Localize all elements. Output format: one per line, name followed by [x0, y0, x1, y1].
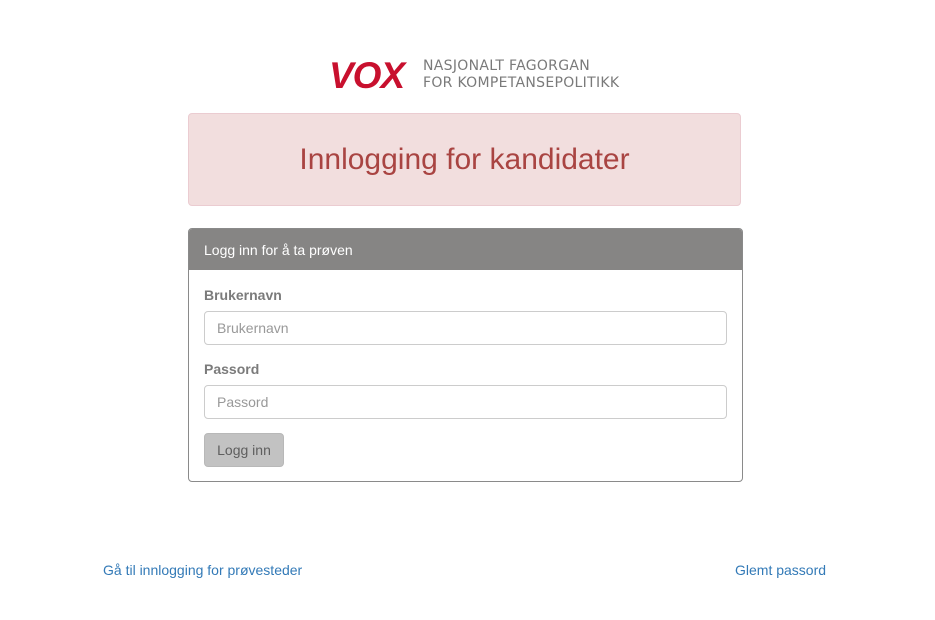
login-panel: Logg inn for å ta prøven Brukernavn Pass… [188, 228, 743, 482]
vox-logo-wordmark: VOX [329, 58, 407, 92]
username-label: Brukernavn [204, 287, 282, 303]
forgot-password-link[interactable]: Glemt passord [735, 562, 826, 578]
vox-logo: VOX NASJONALT FAGORGAN FOR KOMPETANSEPOL… [329, 58, 619, 92]
page-title-banner: Innlogging for kandidater [188, 113, 741, 206]
password-input[interactable] [204, 385, 727, 419]
page-title: Innlogging for kandidater [299, 142, 630, 176]
vox-logo-mark: VOX [329, 58, 408, 92]
login-panel-heading: Logg inn for å ta prøven [189, 229, 742, 270]
logo-tagline-line2: FOR KOMPETANSEPOLITIKK [423, 75, 620, 91]
logo-tagline: NASJONALT FAGORGAN FOR KOMPETANSEPOLITIK… [423, 58, 619, 92]
login-button[interactable]: Logg inn [204, 433, 284, 467]
login-page: VOX NASJONALT FAGORGAN FOR KOMPETANSEPOL… [0, 0, 935, 620]
test-center-login-link[interactable]: Gå til innlogging for prøvesteder [103, 562, 302, 578]
username-input[interactable] [204, 311, 727, 345]
logo-tagline-line1: NASJONALT FAGORGAN [423, 58, 591, 74]
password-label: Passord [204, 361, 260, 377]
